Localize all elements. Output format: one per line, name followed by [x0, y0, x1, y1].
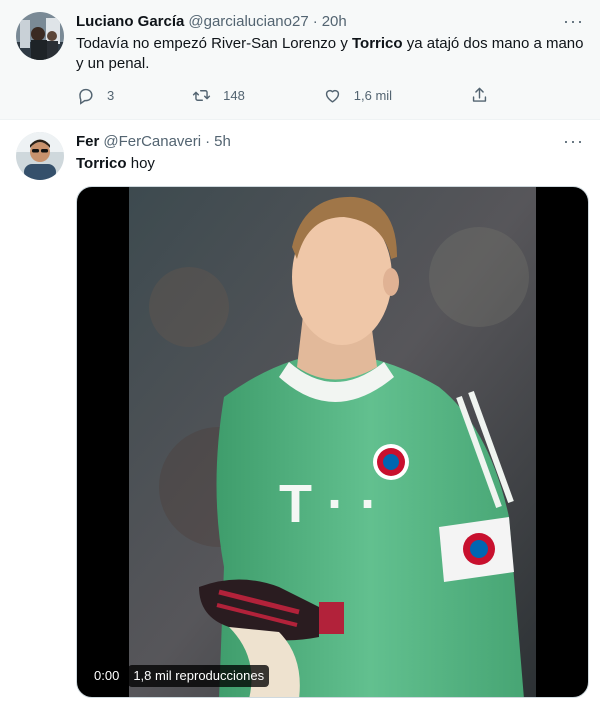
timestamp[interactable]: 20h — [322, 12, 347, 32]
retweet-icon — [193, 90, 211, 101]
video-timestamp: 0:00 — [89, 665, 125, 687]
tweet-text: Todavía no empezó River-San Lorenzo y To… — [76, 34, 584, 74]
retweet-button[interactable]: 148 — [192, 86, 245, 105]
tweet-text-bold: Torrico — [351, 35, 403, 52]
jersey-logo: T · · — [279, 474, 378, 534]
like-button[interactable]: 1,6 mil — [323, 86, 392, 105]
separator: · — [205, 133, 211, 150]
author-name[interactable]: Luciano García — [76, 12, 184, 32]
avatar[interactable] — [16, 12, 64, 60]
video-player[interactable]: T · · 0:00 1,8 mil reproducciones — [76, 186, 589, 698]
share-icon — [472, 87, 487, 102]
video-overlay: 0:00 1,8 mil reproducciones — [89, 665, 273, 687]
avatar[interactable] — [16, 132, 64, 180]
tweet-text-part: hoy — [126, 155, 155, 172]
avatar-image — [16, 132, 64, 180]
more-icon[interactable]: ··· — [563, 132, 584, 150]
action-bar: 3 148 1,6 mil — [76, 86, 501, 105]
tweet-quoted-parent[interactable]: Luciano García @garcialuciano27 · 20h ··… — [0, 0, 600, 119]
reply-button[interactable]: 3 — [76, 86, 114, 105]
author-handle[interactable]: @garcialuciano27 — [188, 12, 308, 32]
tweet-text: Torrico hoy — [76, 154, 584, 174]
tweet-main[interactable]: Fer @FerCanaveri · 5h ··· Torrico hoy T … — [0, 119, 600, 710]
separator: · — [312, 13, 318, 30]
author-name[interactable]: Fer — [76, 132, 99, 152]
reply-count: 3 — [107, 88, 115, 103]
like-icon — [325, 89, 339, 103]
video-frame: T · · — [129, 187, 536, 697]
avatar-image — [16, 12, 64, 60]
retweet-count: 148 — [223, 88, 245, 103]
tweet-text-part: Todavía no empezó River-San Lorenzo y — [76, 35, 352, 52]
more-icon[interactable]: ··· — [563, 12, 584, 30]
reply-icon — [79, 88, 93, 105]
like-count: 1,6 mil — [353, 88, 393, 103]
timestamp[interactable]: 5h — [214, 132, 231, 152]
tweet-text-bold: Torrico — [76, 155, 127, 172]
video-views: 1,8 mil reproducciones — [128, 665, 270, 687]
author-handle[interactable]: @FerCanaveri — [103, 132, 201, 152]
share-button[interactable] — [470, 86, 501, 105]
